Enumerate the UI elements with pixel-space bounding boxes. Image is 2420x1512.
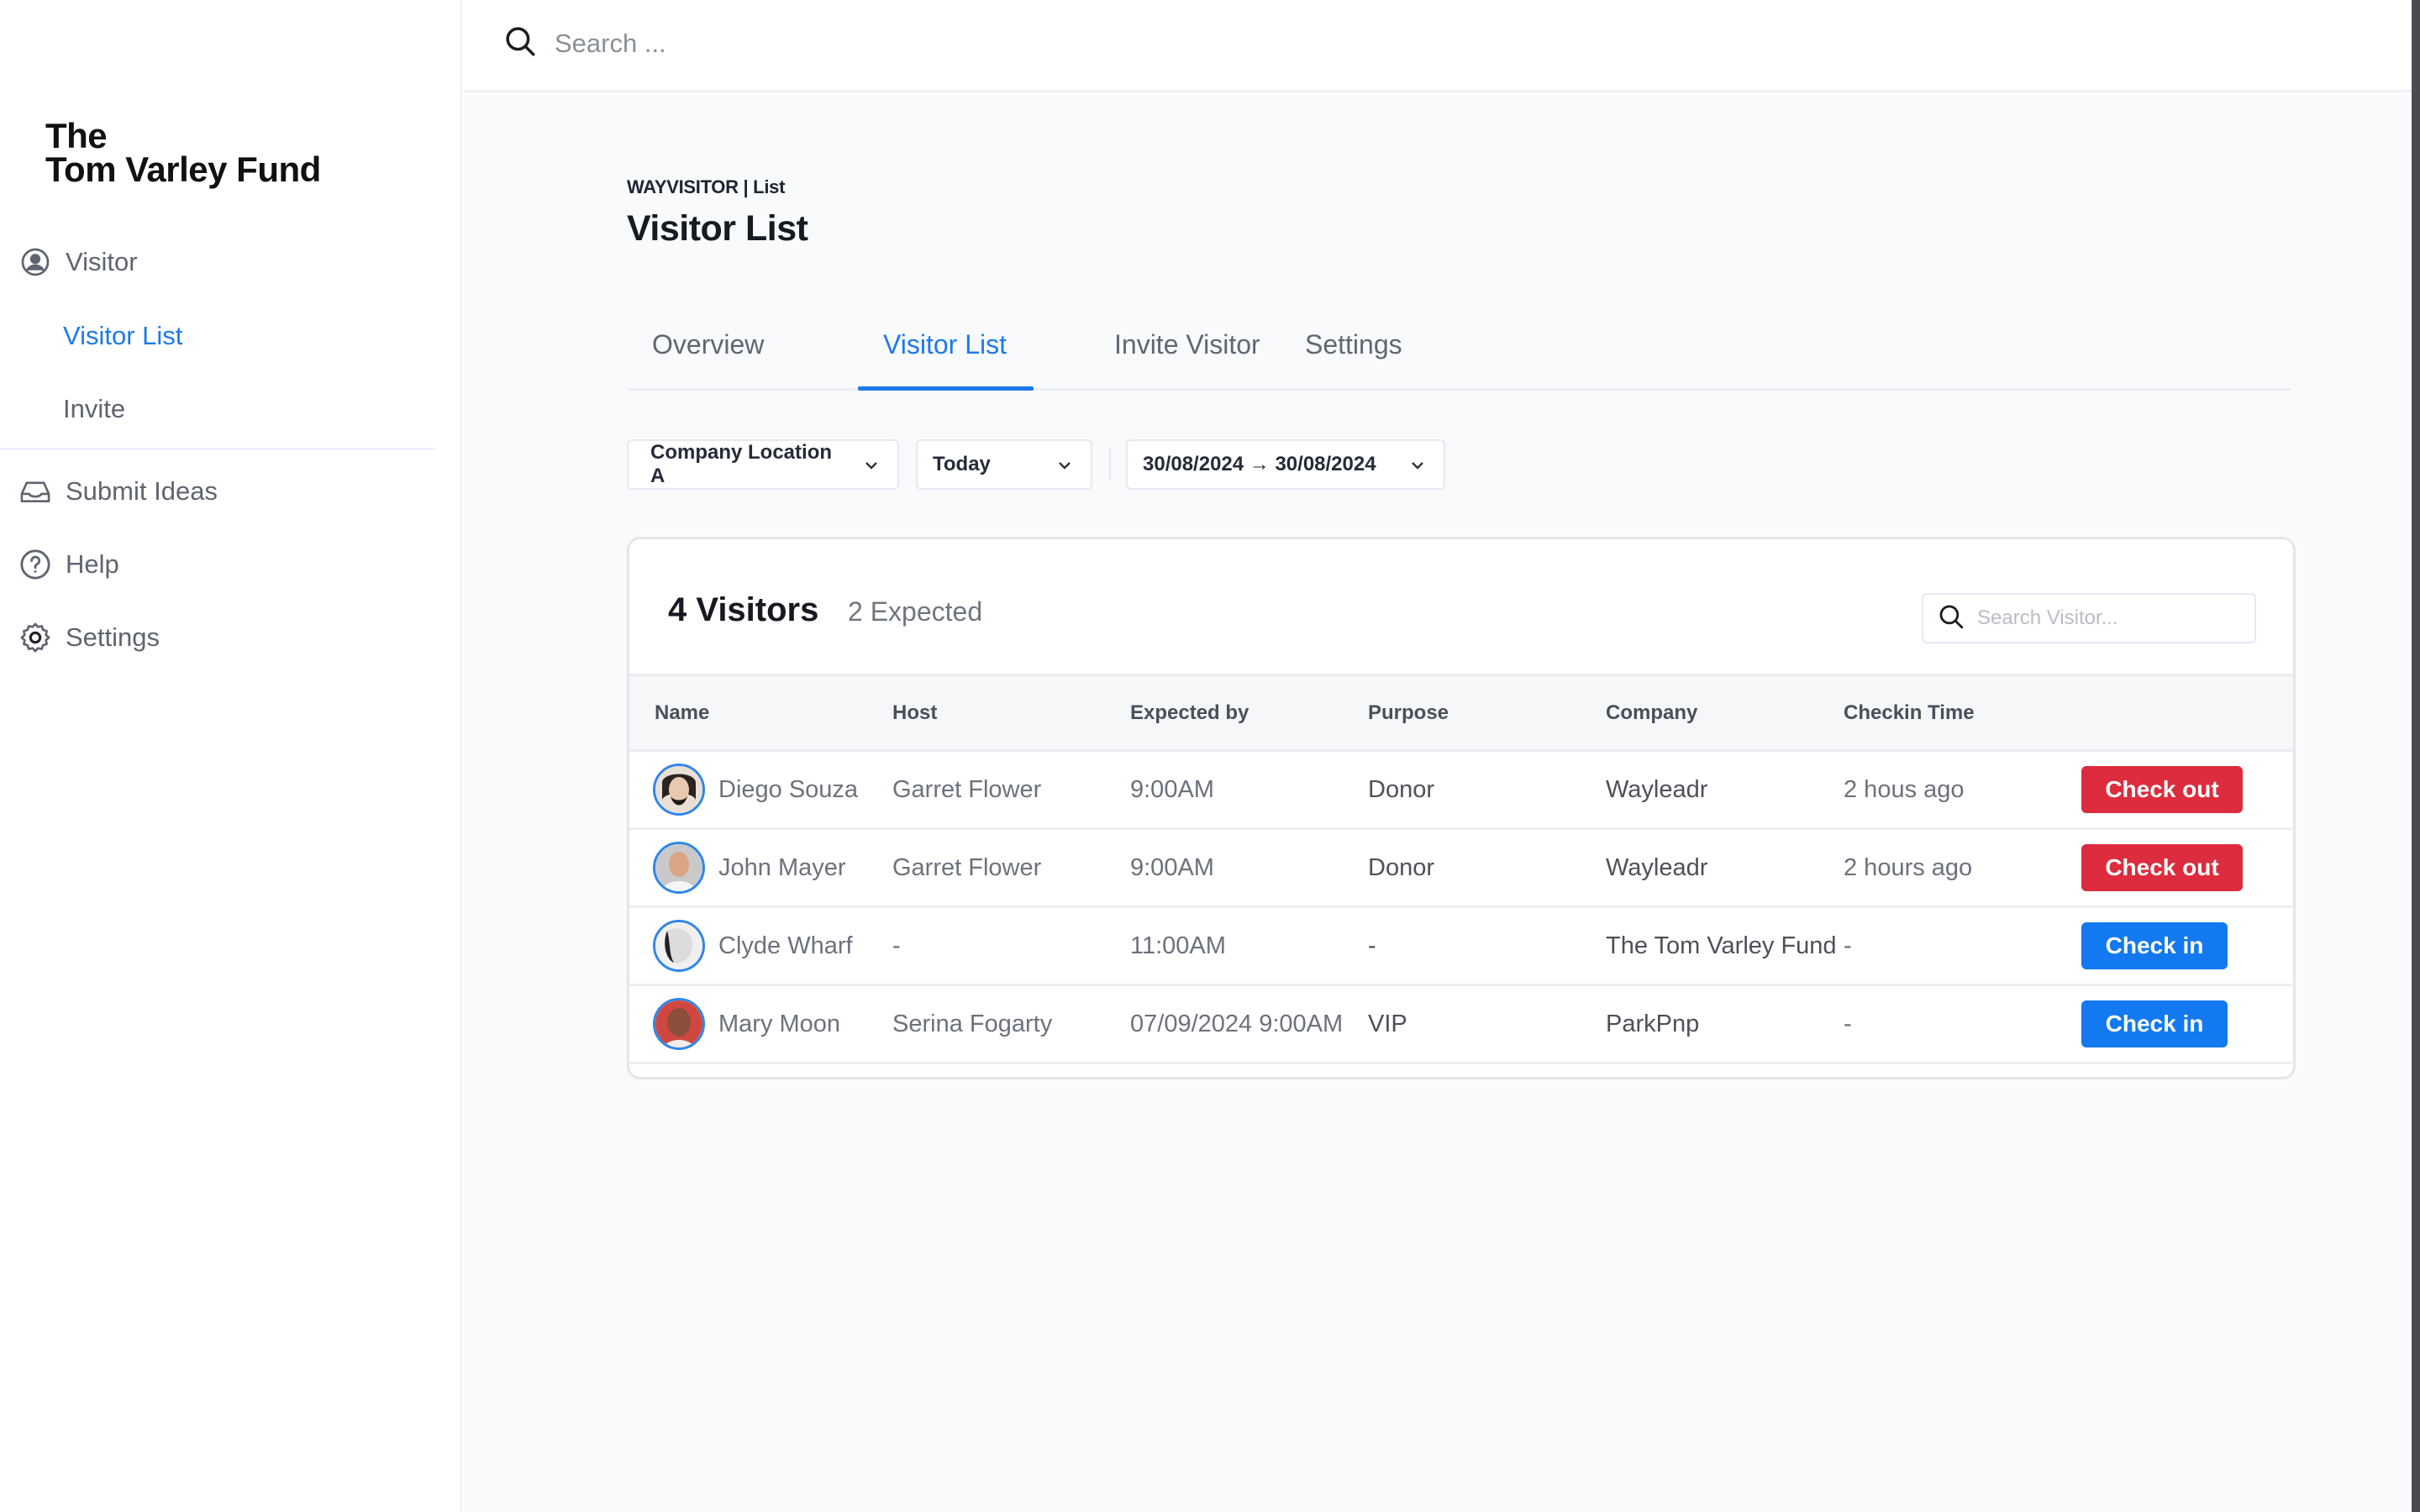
page-title: Visitor List: [627, 208, 808, 249]
visitor-expected-by: 11:00AM: [1105, 906, 1343, 986]
visitor-table-card: 4 Visitors 2 Expected Name Host Expected…: [627, 537, 2296, 1079]
visitor-expected-by: 07/09/2024 9:00AM: [1105, 984, 1343, 1064]
table-row[interactable]: John Mayer Garret Flower 9:00AM Donor Wa…: [629, 828, 2293, 908]
avatar: [653, 998, 705, 1050]
help-circle-icon: [18, 548, 52, 581]
sidebar-item-settings[interactable]: Settings: [18, 614, 160, 661]
sidebar-item-label: Settings: [66, 622, 160, 652]
column-header-purpose[interactable]: Purpose: [1343, 675, 1581, 751]
check-in-button[interactable]: Check in: [2081, 1000, 2228, 1047]
sidebar-item-visitor-list[interactable]: Visitor List: [63, 315, 182, 357]
user-circle-icon: [18, 245, 52, 279]
tab-bar: Overview Visitor List Invite Visitor Set…: [627, 305, 2291, 391]
sidebar-item-label: Help: [66, 549, 119, 579]
top-bar: [464, 0, 2420, 92]
column-header-action: [2056, 675, 2293, 751]
tab-invite-visitor[interactable]: Invite Visitor: [1114, 323, 1260, 391]
chevron-down-icon: [864, 453, 879, 476]
visitor-host: Serina Fogarty: [867, 984, 1105, 1064]
card-header: 4 Visitors 2 Expected: [629, 539, 2293, 674]
column-header-host[interactable]: Host: [867, 675, 1105, 751]
visitor-search[interactable]: [1922, 593, 2256, 643]
sidebar-item-label: Submit Ideas: [66, 476, 218, 506]
visitor-purpose: Donor: [1343, 828, 1581, 908]
gear-icon: [18, 621, 52, 654]
visitor-checkin-time: 2 hours ago: [1818, 828, 2056, 908]
visitor-search-input[interactable]: [1977, 606, 2246, 630]
visitor-expected-by: 9:00AM: [1105, 828, 1343, 908]
sidebar-item-label: Visitor: [66, 247, 138, 276]
date-range-picker[interactable]: 30/08/2024 → 30/08/2024: [1126, 439, 1445, 490]
global-search[interactable]: [502, 24, 1059, 63]
visitor-company: The Tom Varley Fund: [1581, 906, 1837, 986]
tab-visitor-list[interactable]: Visitor List: [857, 323, 1034, 391]
visitor-company: ParkPnp: [1581, 984, 1818, 1064]
visitor-checkin-time: 2 hous ago: [1818, 750, 2056, 830]
brand-line-1: The: [45, 116, 108, 155]
check-out-button[interactable]: Check out: [2081, 766, 2243, 813]
sidebar: The Tom Varley Fund Visitor Visitor List…: [0, 0, 462, 1512]
breadcrumb: WAYVISITOR | List: [627, 176, 786, 197]
sidebar-item-visitor[interactable]: Visitor: [18, 239, 138, 286]
visitor-name: Clyde Wharf: [718, 932, 853, 959]
visitor-company: Wayleadr: [1581, 828, 1818, 908]
search-icon: [1937, 602, 1965, 635]
sidebar-item-help[interactable]: Help: [18, 541, 119, 588]
column-header-name[interactable]: Name: [629, 675, 867, 751]
visitor-checkin-time: -: [1818, 984, 2056, 1064]
column-header-checkin-time[interactable]: Checkin Time: [1818, 675, 2056, 751]
location-select[interactable]: Company Location A: [627, 439, 899, 490]
visitor-table: Name Host Expected by Purpose Company Ch…: [629, 674, 2293, 1064]
visitor-name: John Mayer: [718, 853, 846, 881]
window-edge: [2412, 0, 2420, 1512]
global-search-input[interactable]: [555, 28, 1059, 59]
search-icon: [502, 24, 538, 63]
main-content: WAYVISITOR | List Visitor List Overview …: [464, 95, 2410, 1512]
visitor-purpose: VIP: [1343, 984, 1581, 1064]
expected-count: 2 Expected: [848, 596, 983, 627]
chevron-down-icon: [1057, 453, 1072, 476]
avatar: [653, 920, 705, 972]
filter-bar: Company Location A Today 30/08/2024 → 30…: [627, 439, 1445, 490]
visitors-count: 4 Visitors: [668, 591, 819, 628]
sidebar-divider: [0, 448, 435, 450]
date-range-preset-select[interactable]: Today: [916, 439, 1092, 490]
avatar: [653, 764, 705, 816]
date-range-preset-value: Today: [933, 453, 991, 475]
check-out-button[interactable]: Check out: [2081, 844, 2243, 891]
inbox-icon: [18, 475, 52, 508]
visitor-purpose: Donor: [1343, 750, 1581, 830]
table-row[interactable]: Mary Moon Serina Fogarty 07/09/2024 9:00…: [629, 984, 2293, 1064]
sidebar-item-submit-ideas[interactable]: Submit Ideas: [18, 468, 218, 515]
check-in-button[interactable]: Check in: [2081, 922, 2228, 969]
column-header-company[interactable]: Company: [1581, 675, 1818, 751]
tab-overview[interactable]: Overview: [652, 323, 764, 391]
brand-line-2: Tom Varley Fund: [45, 150, 321, 189]
visitor-company: Wayleadr: [1581, 750, 1818, 830]
brand-logo[interactable]: The Tom Varley Fund: [45, 116, 321, 189]
visitor-host: Garret Flower: [867, 750, 1105, 830]
visitor-name: Mary Moon: [718, 1010, 841, 1037]
sidebar-item-invite[interactable]: Invite: [63, 388, 125, 430]
table-row[interactable]: Clyde Wharf - 11:00AM - The Tom Varley F…: [629, 906, 2293, 986]
visitor-name: Diego Souza: [718, 775, 859, 803]
avatar: [653, 842, 705, 894]
tab-settings[interactable]: Settings: [1305, 323, 1402, 391]
visitor-host: Garret Flower: [867, 828, 1105, 908]
visitor-expected-by: 9:00AM: [1105, 750, 1343, 830]
visitor-checkin-time: -: [1818, 906, 2056, 986]
table-header-row: Name Host Expected by Purpose Company Ch…: [629, 675, 2293, 751]
date-range-value: 30/08/2024 → 30/08/2024: [1143, 453, 1376, 475]
filter-separator: [1109, 448, 1111, 481]
chevron-down-icon: [1410, 453, 1425, 476]
column-header-expected-by[interactable]: Expected by: [1105, 675, 1343, 751]
table-row[interactable]: Diego Souza Garret Flower 9:00AM Donor W…: [629, 750, 2293, 830]
location-select-value: Company Location A: [650, 441, 833, 487]
visitor-host: -: [867, 906, 1105, 986]
visitor-purpose: -: [1343, 906, 1581, 986]
